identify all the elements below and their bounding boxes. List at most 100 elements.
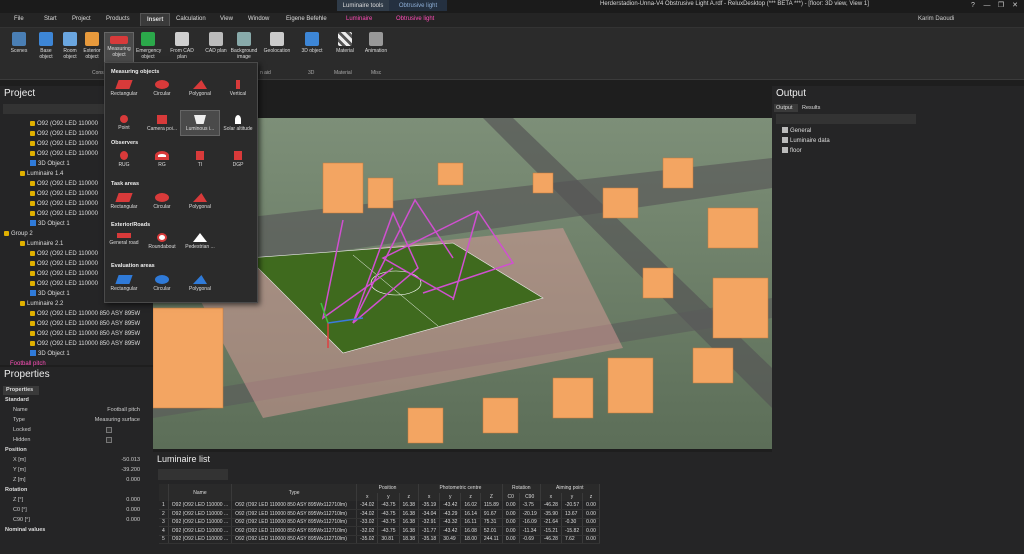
base-object-button[interactable]: Base object (34, 32, 58, 60)
dd-measuring-camera-point[interactable]: Camera poi... (143, 115, 181, 132)
dd-observer-rg[interactable]: RG (143, 151, 181, 168)
emergency-object-button[interactable]: Emergency object (136, 32, 161, 60)
material-button[interactable]: Material (333, 32, 357, 54)
dd-measuring-vertical[interactable]: Vertical (219, 80, 257, 97)
prop-row[interactable]: Y [m] -39.200 (0, 465, 150, 475)
close-icon[interactable]: ✕ (1008, 0, 1022, 11)
tree-item[interactable]: O92 (O92 LED 110000 (30, 149, 98, 159)
properties-tab[interactable]: Properties (3, 386, 39, 395)
output-tree-floor[interactable]: floor (782, 146, 802, 156)
tree-item[interactable]: O92 (O92 LED 110000 (30, 279, 98, 289)
tree-item[interactable]: 3D Object 1 (30, 289, 70, 299)
menu-calculation[interactable]: Calculation (172, 15, 210, 23)
dd-observer-dgp[interactable]: DGP (219, 151, 257, 168)
dd-eval-circular[interactable]: Circular (143, 275, 181, 292)
animation-button[interactable]: Animation (362, 32, 390, 54)
prop-row[interactable]: Locked (0, 425, 150, 435)
tree-item[interactable]: Luminaire 2.1 (20, 239, 63, 249)
tab-results[interactable]: Results (802, 104, 820, 112)
tree-item[interactable]: O92 (O92 LED 110000 (30, 209, 98, 219)
menu-file[interactable]: File (10, 15, 28, 23)
tree-item[interactable]: O92 (O92 LED 110000 (30, 129, 98, 139)
tree-item[interactable]: O92 (O92 LED 110000 850 ASY 895W (30, 319, 140, 329)
dd-measuring-luminous-intensity[interactable]: Luminous i... (180, 110, 220, 136)
dd-observer-rug[interactable]: RUG (105, 151, 143, 168)
tree-item[interactable]: O92 (O92 LED 110000 (30, 139, 98, 149)
dd-measuring-solar-altitude[interactable]: Solar altitude (219, 115, 257, 132)
output-tree-luminaire-data[interactable]: Luminaire data (782, 136, 830, 146)
tree-item[interactable]: 3D Object 1 (30, 219, 70, 229)
dd-measuring-polygonal[interactable]: Polygonal (181, 80, 219, 97)
table-row[interactable]: 2 O92 (O92 LED 110000 ... O92 (O92 LED 110… (159, 509, 600, 519)
output-tree-general[interactable]: General (782, 126, 811, 136)
prop-row[interactable]: Hidden (0, 435, 150, 445)
prop-row[interactable]: C0 [°] 0.000 (0, 505, 150, 515)
menu-eigene-befehle[interactable]: Eigene Befehle (282, 15, 331, 23)
room-object-button[interactable]: Room object (58, 32, 82, 60)
dd-eval-polygonal[interactable]: Polygonal (181, 275, 219, 292)
3d-object-button[interactable]: 3D object (300, 32, 324, 54)
tree-item[interactable]: O92 (O92 LED 110000 850 ASY 895W (30, 339, 140, 349)
menu-start[interactable]: Start (40, 15, 61, 23)
help-icon[interactable]: ? (966, 0, 980, 11)
tree-item[interactable]: O92 (O92 LED 110000 (30, 189, 98, 199)
geolocation-button[interactable]: Geolocation (262, 32, 292, 54)
prop-row[interactable]: Z [m] 0.000 (0, 475, 150, 485)
prop-row[interactable]: X [m] -50.013 (0, 455, 150, 465)
menu-project[interactable]: Project (68, 15, 95, 23)
dd-measuring-circular[interactable]: Circular (143, 80, 181, 97)
measuring-object-button[interactable]: Measuring object (104, 32, 134, 66)
dd-road-roundabout[interactable]: Roundabout (143, 233, 181, 250)
tab-output[interactable]: Output (774, 104, 798, 112)
tree-item[interactable]: 3D Object 1 (30, 159, 70, 169)
from-cad-plan-button[interactable]: From CAD plan (170, 32, 194, 60)
scenes-button[interactable]: Scenes (7, 32, 31, 54)
table-row[interactable]: 3 O92 (O92 LED 110000 ... O92 (O92 LED 110… (159, 518, 600, 527)
tree-item[interactable]: O92 (O92 LED 110000 850 ASY 895W (30, 309, 140, 319)
menu-window[interactable]: Window (244, 15, 273, 23)
menu-obtrusive-light[interactable]: Obtrusive light (392, 15, 438, 23)
dd-observer-ti[interactable]: TI (181, 151, 219, 168)
prop-row[interactable]: Type Measuring surface (0, 415, 150, 425)
dd-measuring-point[interactable]: Point (105, 115, 143, 131)
exterior-object-button[interactable]: Exterior object (80, 32, 104, 60)
cad-plan-button[interactable]: CAD plan (204, 32, 228, 54)
dd-measuring-rectangular[interactable]: Rectangular (105, 80, 143, 97)
menu-insert[interactable]: Insert (140, 13, 171, 26)
from-cad-plan-label: From CAD plan (170, 48, 194, 60)
tree-item[interactable]: O92 (O92 LED 110000 (30, 269, 98, 279)
hidden-checkbox[interactable] (106, 437, 112, 443)
tree-item[interactable]: O92 (O92 LED 110000 (30, 119, 98, 129)
tree-item[interactable]: 3D Object 1 (30, 349, 70, 359)
minimize-icon[interactable]: — (980, 0, 994, 11)
prop-row[interactable]: Name Football pitch (0, 405, 150, 415)
maximize-icon[interactable]: ❐ (994, 0, 1008, 11)
table-row[interactable]: 5 O92 (O92 LED 110000 ... O92 (O92 LED 110… (159, 535, 600, 544)
context-tab-luminaire-tools[interactable]: Luminaire tools (337, 0, 389, 11)
tree-item[interactable]: O92 (O92 LED 110000 (30, 249, 98, 259)
menu-products[interactable]: Products (102, 15, 134, 23)
dd-road-general[interactable]: General road (105, 233, 143, 246)
menu-luminaire[interactable]: Luminaire (342, 15, 376, 23)
dd-task-circular[interactable]: Circular (143, 193, 181, 210)
background-image-button[interactable]: Background image (229, 32, 259, 60)
tree-item[interactable]: Luminaire 2.2 (20, 299, 63, 309)
tree-item[interactable]: O92 (O92 LED 110000 850 ASY 895W (30, 329, 140, 339)
dd-task-rectangular[interactable]: Rectangular (105, 193, 143, 210)
dd-eval-rectangular[interactable]: Rectangular (105, 275, 143, 292)
dd-task-polygonal[interactable]: Polygonal (181, 193, 219, 210)
material-label: Material (336, 48, 354, 54)
dd-road-pedestrian[interactable]: Pedestrian ... (181, 233, 219, 250)
tree-item[interactable]: Luminaire 1.4 (20, 169, 63, 179)
context-tab-obtrusive-light[interactable]: Obtrusive light (389, 0, 447, 11)
table-row[interactable]: 4 O92 (O92 LED 110000 ... O92 (O92 LED 110… (159, 526, 600, 536)
locked-checkbox[interactable] (106, 427, 112, 433)
tree-item[interactable]: Group 2 (4, 229, 33, 239)
menu-view[interactable]: View (216, 15, 237, 23)
prop-row[interactable]: Z [°] 0.000 (0, 495, 150, 505)
table-row[interactable]: 1 O92 (O92 LED 110000 ... O92 (O92 LED 110… (159, 501, 600, 510)
tree-item[interactable]: O92 (O92 LED 110000 (30, 259, 98, 269)
tree-item[interactable]: O92 (O92 LED 110000 (30, 199, 98, 209)
tree-item[interactable]: O92 (O92 LED 110000 (30, 179, 98, 189)
prop-row[interactable]: C90 [°] 0.000 (0, 515, 150, 525)
